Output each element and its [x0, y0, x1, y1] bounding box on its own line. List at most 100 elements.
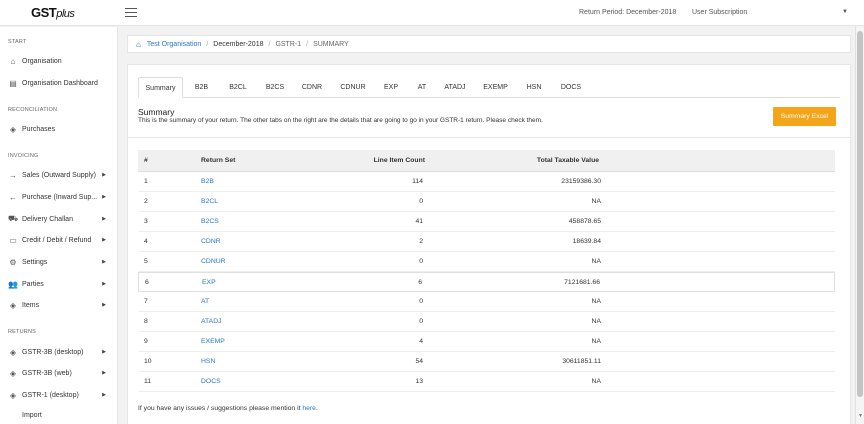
arrow-right-icon: → — [9, 170, 17, 180]
breadcrumb: ⌂ Test Organisation / December-2018 / GS… — [127, 35, 851, 53]
breadcrumb-current: SUMMARY — [313, 40, 349, 48]
return-set-link[interactable]: CDNUR — [201, 252, 226, 272]
sidebar-item-organisation[interactable]: ⌂ Organisation — [0, 53, 117, 69]
tab-exemp[interactable]: EXEMP — [480, 77, 511, 98]
top-bar: GSTplus Return Period: December-2018 Use… — [0, 0, 864, 26]
home-icon[interactable]: ⌂ — [136, 40, 141, 49]
sidebar-item-sales[interactable]: → Sales (Outward Supply) ▶ — [0, 167, 117, 183]
breadcrumb-return: GSTR-1 — [275, 40, 302, 48]
sidebar-item-gstr3b-web[interactable]: ◈ GSTR-3B (web) ▶ — [0, 365, 117, 381]
table-row: 6 EXP 6 7121681.66 — [138, 272, 835, 292]
layers-icon: ◈ — [9, 368, 17, 378]
sidebar-item-organisation-dashboard[interactable]: ▤ Organisation Dashboard — [0, 75, 117, 91]
layers-icon: ◈ — [9, 390, 17, 400]
chevron-right-icon: ▶ — [102, 349, 106, 355]
table-row: 7 AT 0 NA — [138, 292, 835, 312]
chevron-right-icon: ▶ — [102, 302, 106, 308]
tab-hsn[interactable]: HSN — [522, 77, 546, 98]
layers-icon: ◈ — [9, 300, 17, 310]
table-row: 2 B2CL 0 NA — [138, 192, 835, 212]
home-icon: ⌂ — [10, 56, 16, 66]
table-row: 4 CDNR 2 18639.84 — [138, 232, 835, 252]
layers-icon: ◈ — [9, 124, 17, 134]
sidebar-item-delivery-challan[interactable]: ⛟ Delivery Challan ▶ — [0, 211, 117, 227]
sidebar-item-gstr1-desktop[interactable]: ◈ GSTR-1 (desktop) ▶ — [0, 387, 117, 403]
tab-exp[interactable]: EXP — [379, 77, 403, 98]
tab-atadj[interactable]: ATADJ — [440, 77, 470, 98]
page-scrollbar[interactable]: ▼ — [855, 27, 864, 424]
header-return-set: Return Set — [201, 157, 236, 164]
summary-title: Summary — [138, 107, 175, 117]
return-set-link[interactable]: HSN — [201, 352, 215, 372]
header-total-taxable-value: Total Taxable Value — [536, 157, 599, 164]
return-period-label[interactable]: Return Period: December-2018 — [579, 9, 676, 16]
feedback-note: If you have any issues / suggestions ple… — [138, 405, 318, 412]
table-row: 3 B2CS 41 458878.65 — [138, 212, 835, 232]
card-icon: ▭ — [9, 235, 17, 245]
section-invoicing: INVOICING — [8, 153, 39, 159]
return-tabs: Summary B2B B2CL B2CS CDNR CDNUR EXP AT … — [138, 77, 840, 98]
chevron-right-icon: ▶ — [102, 392, 106, 398]
chevron-right-icon: ▶ — [102, 281, 106, 287]
return-set-link[interactable]: ATADJ — [201, 312, 222, 332]
table-row: 9 EXEMP 4 NA — [138, 332, 835, 352]
sidebar-item-gstr3b-desktop[interactable]: ◈ GSTR-3B (desktop) ▶ — [0, 344, 117, 360]
table-row: 8 ATADJ 0 NA — [138, 312, 835, 332]
sidebar-item-credit-debit[interactable]: ▭ Credit / Debit / Refund ▶ — [0, 232, 117, 248]
user-subscription-menu[interactable]: User Subscription — [692, 9, 747, 16]
return-set-link[interactable]: B2CL — [201, 192, 218, 212]
layers-icon: ◈ — [9, 347, 17, 357]
caret-down-icon[interactable]: ▼ — [842, 9, 848, 15]
tab-at[interactable]: AT — [412, 77, 432, 98]
return-set-link[interactable]: EXEMP — [201, 332, 225, 352]
sidebar-item-items[interactable]: ◈ Items ▶ — [0, 297, 117, 313]
summary-table: # Return Set Line Item Count Total Taxab… — [138, 150, 835, 392]
tab-b2b[interactable]: B2B — [189, 77, 214, 98]
divider — [128, 137, 850, 138]
users-icon: 👥 — [8, 279, 18, 289]
app-logo[interactable]: GSTplus — [31, 5, 75, 20]
scrollbar-thumb[interactable] — [857, 31, 863, 397]
return-set-link[interactable]: CDNR — [201, 232, 221, 252]
truck-icon: ⛟ — [7, 214, 19, 223]
chevron-right-icon: ▶ — [102, 237, 106, 243]
sidebar-item-settings[interactable]: ⚙ Settings ▶ — [0, 254, 117, 270]
header-number: # — [144, 157, 148, 164]
tab-cdnur[interactable]: CDNUR — [336, 77, 370, 98]
summary-excel-button[interactable]: Summary Excel — [773, 107, 836, 126]
tab-summary[interactable]: Summary — [138, 77, 183, 98]
chevron-right-icon: ▶ — [102, 172, 106, 178]
chevron-right-icon: ▶ — [102, 259, 106, 265]
section-reconciliation: RECONCILIATION — [8, 107, 58, 113]
table-row: 10 HSN 54 30611851.11 — [138, 352, 835, 372]
breadcrumb-organisation[interactable]: Test Organisation — [147, 41, 201, 48]
summary-description: This is the summary of your return. The … — [138, 117, 543, 124]
sidebar-item-purchases[interactable]: ◈ Purchases — [0, 121, 117, 137]
return-set-link[interactable]: DOCS — [201, 372, 221, 392]
table-row: 5 CDNUR 0 NA — [138, 252, 835, 272]
table-header: # Return Set Line Item Count Total Taxab… — [138, 150, 835, 172]
return-set-link[interactable]: AT — [201, 292, 209, 312]
section-returns: RETURNS — [8, 329, 36, 335]
sidebar-item-parties[interactable]: 👥 Parties ▶ — [0, 276, 117, 292]
return-set-link[interactable]: B2CS — [201, 212, 219, 232]
scroll-down-arrow-icon[interactable]: ▼ — [858, 413, 863, 419]
return-set-link[interactable]: B2B — [201, 172, 214, 192]
tab-b2cs[interactable]: B2CS — [261, 77, 289, 98]
tab-b2cl[interactable]: B2CL — [224, 77, 252, 98]
table-row: 1 B2B 114 23159386.30 — [138, 172, 835, 192]
section-start: START — [8, 39, 27, 45]
chevron-right-icon: ▶ — [102, 194, 106, 200]
dashboard-icon: ▤ — [9, 78, 17, 88]
chevron-right-icon: ▶ — [102, 370, 106, 376]
arrow-left-icon: ← — [9, 192, 17, 202]
return-set-link[interactable]: EXP — [202, 273, 216, 293]
tab-docs[interactable]: DOCS — [556, 77, 586, 98]
feedback-link[interactable]: here — [302, 405, 316, 412]
tab-cdnr[interactable]: CDNR — [298, 77, 326, 98]
sidebar-item-import[interactable]: Import — [0, 407, 117, 423]
chevron-right-icon: ▶ — [102, 216, 106, 222]
menu-toggle-icon[interactable] — [125, 8, 137, 18]
gear-icon: ⚙ — [9, 257, 17, 267]
sidebar-item-purchase-inward[interactable]: ← Purchase (Inward Sup... ▶ — [0, 189, 117, 205]
